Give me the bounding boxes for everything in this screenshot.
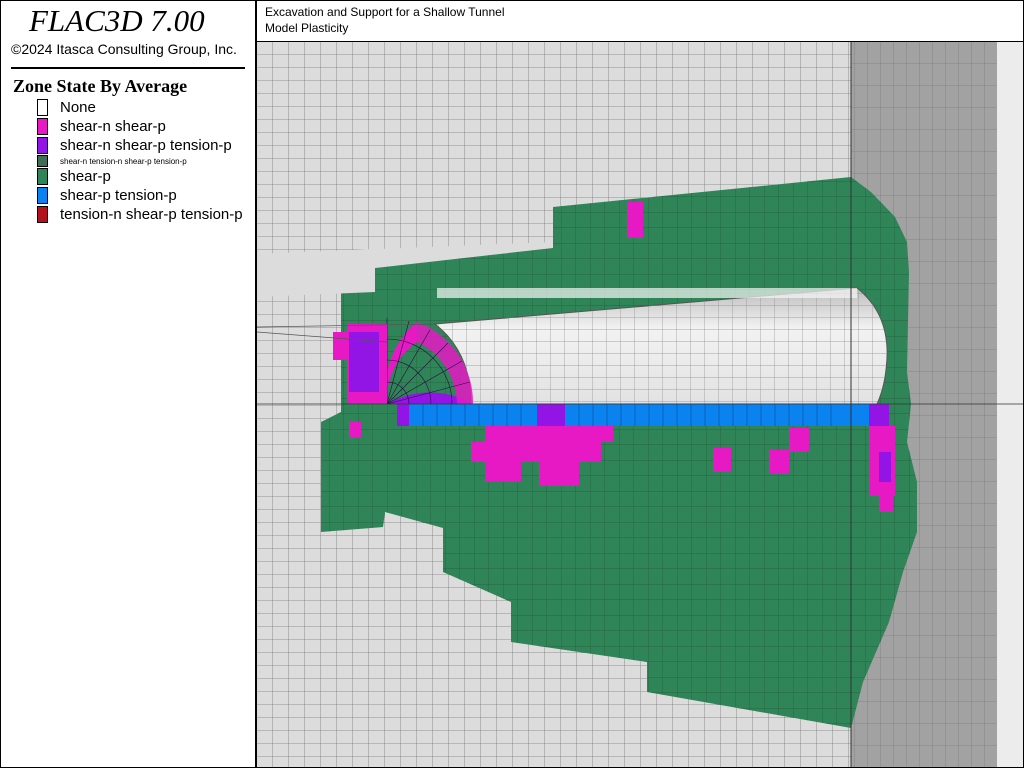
legend-panel: FLAC3D 7.00 ©2024 Itasca Consulting Grou… (0, 0, 256, 768)
legend-swatch (37, 118, 48, 135)
legend-swatch (37, 206, 48, 223)
blue-band-purple-cell (537, 404, 565, 426)
legend-swatch (37, 168, 48, 185)
legend-label: None (60, 99, 96, 116)
legend-label: tension-n shear-p tension-p (60, 206, 243, 223)
right-edge-light (997, 42, 1023, 767)
app-title: FLAC3D 7.00 (29, 3, 205, 38)
title-divider (11, 67, 245, 69)
legend-title: Zone State By Average (13, 76, 188, 96)
model-header: Excavation and Support for a Shallow Tun… (256, 0, 1024, 42)
legend-label: shear-p tension-p (60, 187, 177, 204)
blue-band-purple-start (397, 404, 409, 426)
legend-swatch (37, 155, 48, 167)
blue-band-end (853, 404, 869, 426)
legend-swatch (37, 137, 48, 154)
plastic-zone-shear-p-tension-p (409, 404, 853, 426)
model-viewport[interactable] (256, 41, 1024, 768)
legend-swatch (37, 187, 48, 204)
legend-label: shear-p (60, 168, 111, 185)
model-title: Excavation and Support for a Shallow Tun… (265, 5, 505, 19)
model-plot (257, 42, 1023, 767)
tunnel-crown-highlight (437, 288, 857, 298)
legend-label: shear-n shear-p (60, 118, 166, 135)
legend-label: shear-n shear-p tension-p (60, 137, 232, 154)
legend-swatch (37, 99, 48, 116)
model-subtitle: Model Plasticity (265, 21, 349, 35)
copyright-text: ©2024 Itasca Consulting Group, Inc. (11, 41, 237, 57)
